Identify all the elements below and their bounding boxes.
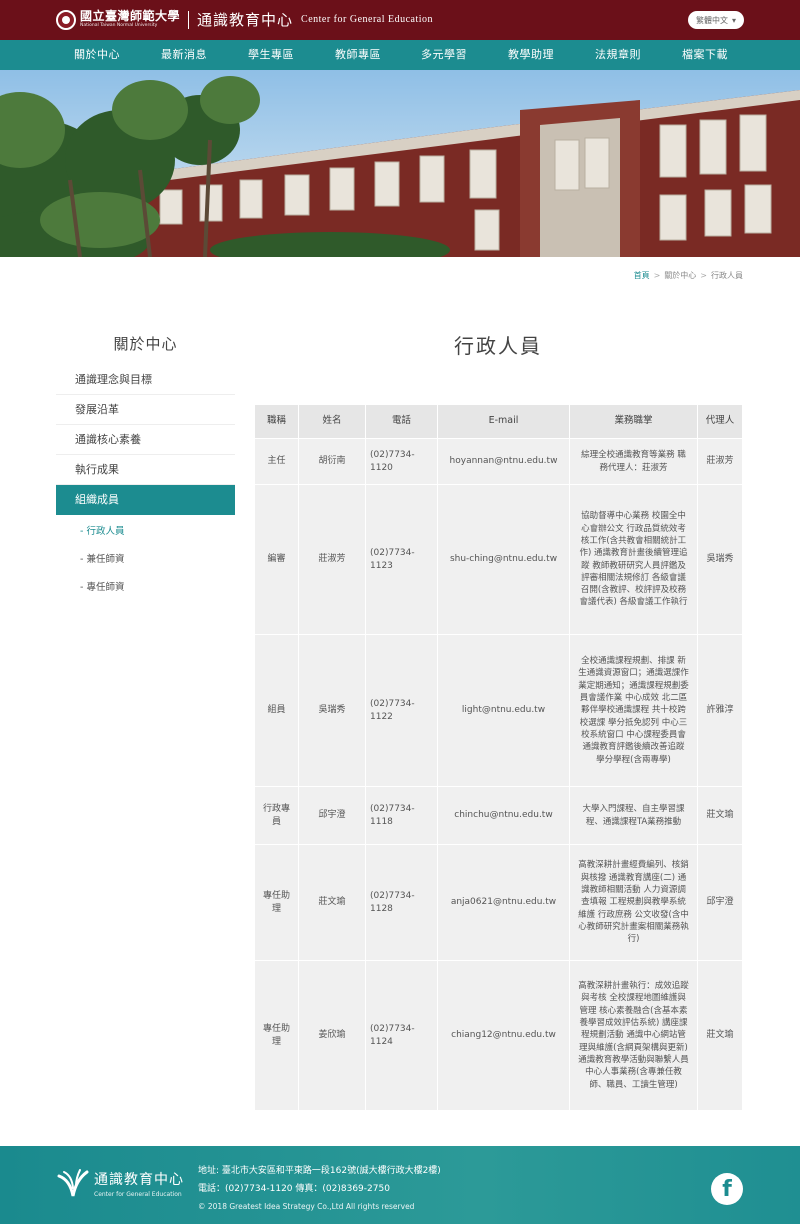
breadcrumb-home[interactable]: 首頁 (634, 271, 650, 280)
sidebar-item-core-competencies[interactable]: 通識核心素養 (56, 425, 235, 455)
breadcrumb-about[interactable]: 關於中心 (664, 271, 696, 280)
cell-title: 行政專員 (254, 786, 299, 845)
cell-title: 專任助理 (254, 844, 299, 961)
cell-name: 莊文瑜 (298, 844, 366, 961)
center-name-zh: 通識教育中心 (197, 11, 294, 29)
table-row: 主任 胡衍南 (02)7734-1120 hoyannan@ntnu.edu.t… (254, 438, 743, 485)
breadcrumb: 首頁 > 關於中心 > 行政人員 (634, 270, 743, 281)
center-logo-icon (56, 1166, 90, 1200)
university-name-zh: 國立臺灣師範大學 (80, 9, 181, 24)
nav-item-regulations[interactable]: 法規章則 (595, 40, 641, 70)
sidebar-item-history[interactable]: 發展沿革 (56, 395, 235, 425)
breadcrumb-separator-icon: > (700, 271, 707, 280)
cell-phone: (02)7734-1118 (365, 786, 438, 845)
column-header-duties: 業務職掌 (569, 404, 698, 439)
table-header-row: 職稱 姓名 電話 E-mail 業務職掌 代理人 (254, 404, 743, 439)
cell-email[interactable]: chiang12@ntnu.edu.tw (437, 960, 570, 1111)
nav-item-learning[interactable]: 多元學習 (421, 40, 467, 70)
cell-proxy: 邱宇澄 (697, 844, 743, 961)
top-header-bar: 國立臺灣師範大學 National Taiwan Normal Universi… (0, 0, 800, 40)
sidebar-subitem-fulltime-faculty[interactable]: - 專任師資 (80, 579, 124, 593)
cell-email[interactable]: hoyannan@ntnu.edu.tw (437, 438, 570, 485)
staff-table: 職稱 姓名 電話 E-mail 業務職掌 代理人 主任 胡衍南 (02)7734… (254, 404, 743, 1111)
cell-email[interactable]: shu-ching@ntnu.edu.tw (437, 484, 570, 635)
column-header-title: 職稱 (254, 404, 299, 439)
cell-title: 主任 (254, 438, 299, 485)
logo-divider (188, 10, 190, 29)
table-row: 專任助理 莊文瑜 (02)7734-1128 anja0621@ntnu.edu… (254, 844, 743, 961)
cell-duties: 高教深耕計畫經費編列、核銷與核撥 通識教育講座(二) 通識教師相關活動 人力資源… (569, 844, 698, 961)
cell-proxy: 莊文瑜 (697, 786, 743, 845)
campus-banner-image (0, 70, 800, 257)
cell-email[interactable]: chinchu@ntnu.edu.tw (437, 786, 570, 845)
language-select[interactable]: 繁體中文 ▾ (688, 11, 744, 29)
cell-email[interactable]: light@ntnu.edu.tw (437, 634, 570, 787)
chevron-down-icon: ▾ (731, 15, 736, 25)
cell-proxy: 莊淑芳 (697, 438, 743, 485)
footer-contact-info: 地址: 臺北市大安區和平東路一段162號(誠大樓行政大樓2樓) 電話：(02)7… (198, 1162, 441, 1216)
cell-proxy: 許雅淳 (697, 634, 743, 787)
cell-duties: 大學入門課程、自主學習課程、通識課程TA業務推動 (569, 786, 698, 845)
table-row: 專任助理 姜欣瑜 (02)7734-1124 chiang12@ntnu.edu… (254, 960, 743, 1111)
nav-item-teachers[interactable]: 教師專區 (335, 40, 381, 70)
nav-item-downloads[interactable]: 檔案下載 (682, 40, 728, 70)
cell-title: 專任助理 (254, 960, 299, 1111)
table-row: 編審 莊淑芳 (02)7734-1123 shu-ching@ntnu.edu.… (254, 484, 743, 635)
cell-name: 吳瑞秀 (298, 634, 366, 787)
cell-proxy: 吳瑞秀 (697, 484, 743, 635)
breadcrumb-current: 行政人員 (711, 271, 743, 280)
cell-title: 編審 (254, 484, 299, 635)
cell-duties: 高教深耕計畫執行：成效追蹤與考核 全校課程地圖維護與管理 核心素養融合(含基本素… (569, 960, 698, 1111)
cell-email[interactable]: anja0621@ntnu.edu.tw (437, 844, 570, 961)
column-header-proxy: 代理人 (697, 404, 743, 439)
cell-duties: 綜理全校通識教育等業務 職務代理人：莊淑芳 (569, 438, 698, 485)
column-header-name: 姓名 (298, 404, 366, 439)
cell-duties: 全校通識課程規劃、排課 新生通識資源窗口；通識選課作業定期通知；通識課程規劃委員… (569, 634, 698, 787)
facebook-icon[interactable]: f (711, 1173, 743, 1205)
cell-name: 姜欣瑜 (298, 960, 366, 1111)
language-select-value: 繁體中文 (695, 15, 728, 25)
cell-title: 組員 (254, 634, 299, 787)
university-logo[interactable]: 國立臺灣師範大學 National Taiwan Normal Universi… (56, 9, 433, 30)
main-navigation: 關於中心 最新消息 學生專區 教師專區 多元學習 教學助理 法規章則 檔案下載 (0, 40, 800, 70)
cell-proxy: 莊文瑜 (697, 960, 743, 1111)
breadcrumb-separator-icon: > (653, 271, 661, 280)
table-row: 行政專員 邱宇澄 (02)7734-1118 chinchu@ntnu.edu.… (254, 786, 743, 845)
page-title: 行政人員 (454, 334, 542, 358)
footer-logo-zh: 通識教育中心 (94, 1171, 184, 1188)
university-name-en: National Taiwan Normal University (80, 23, 158, 29)
column-header-email: E-mail (437, 404, 570, 439)
cell-phone: (02)7734-1123 (365, 484, 438, 635)
sidebar-subitem-adjunct-faculty[interactable]: - 兼任師資 (80, 551, 124, 565)
footer-copyright: © 2018 Greatest Idea Strategy Co.,Ltd Al… (198, 1202, 415, 1211)
cell-phone: (02)7734-1122 (365, 634, 438, 787)
footer-address: 地址: 臺北市大安區和平東路一段162號(誠大樓行政大樓2樓) (198, 1166, 441, 1176)
center-name-en: Center for General Education (301, 14, 434, 25)
cell-phone: (02)7734-1124 (365, 960, 438, 1111)
sidebar-subitem-admin-staff[interactable]: - 行政人員 (80, 523, 124, 537)
cell-phone: (02)7734-1120 (365, 438, 438, 485)
table-row: 組員 吳瑞秀 (02)7734-1122 light@ntnu.edu.tw 全… (254, 634, 743, 787)
footer-phone-fax: 電話：(02)7734-1120 傳真：(02)8369-2750 (198, 1184, 390, 1194)
sidebar-title: 關於中心 (113, 335, 178, 353)
nav-item-ta[interactable]: 教學助理 (508, 40, 554, 70)
cell-name: 邱宇澄 (298, 786, 366, 845)
nav-item-news[interactable]: 最新消息 (161, 40, 207, 70)
cell-name: 莊淑芳 (298, 484, 366, 635)
site-footer: 通識教育中心 Center for General Education 地址: … (0, 1146, 800, 1224)
footer-logo-en: Center for General Education (94, 1190, 182, 1198)
cell-phone: (02)7734-1128 (365, 844, 438, 961)
nav-item-students[interactable]: 學生專區 (248, 40, 294, 70)
sidebar-item-achievements[interactable]: 執行成果 (56, 455, 235, 485)
university-seal-icon (56, 9, 76, 30)
sidebar-item-members[interactable]: 組織成員 (56, 485, 235, 515)
nav-item-about[interactable]: 關於中心 (74, 40, 120, 70)
cell-duties: 協助督導中心業務 校園全中心會辦公文 行政品質統效考核工作(含共教會相關統計工作… (569, 484, 698, 635)
sidebar-item-philosophy[interactable]: 通識理念與目標 (56, 365, 235, 395)
footer-logo[interactable]: 通識教育中心 Center for General Education (56, 1166, 184, 1200)
cell-name: 胡衍南 (298, 438, 366, 485)
column-header-phone: 電話 (365, 404, 438, 439)
